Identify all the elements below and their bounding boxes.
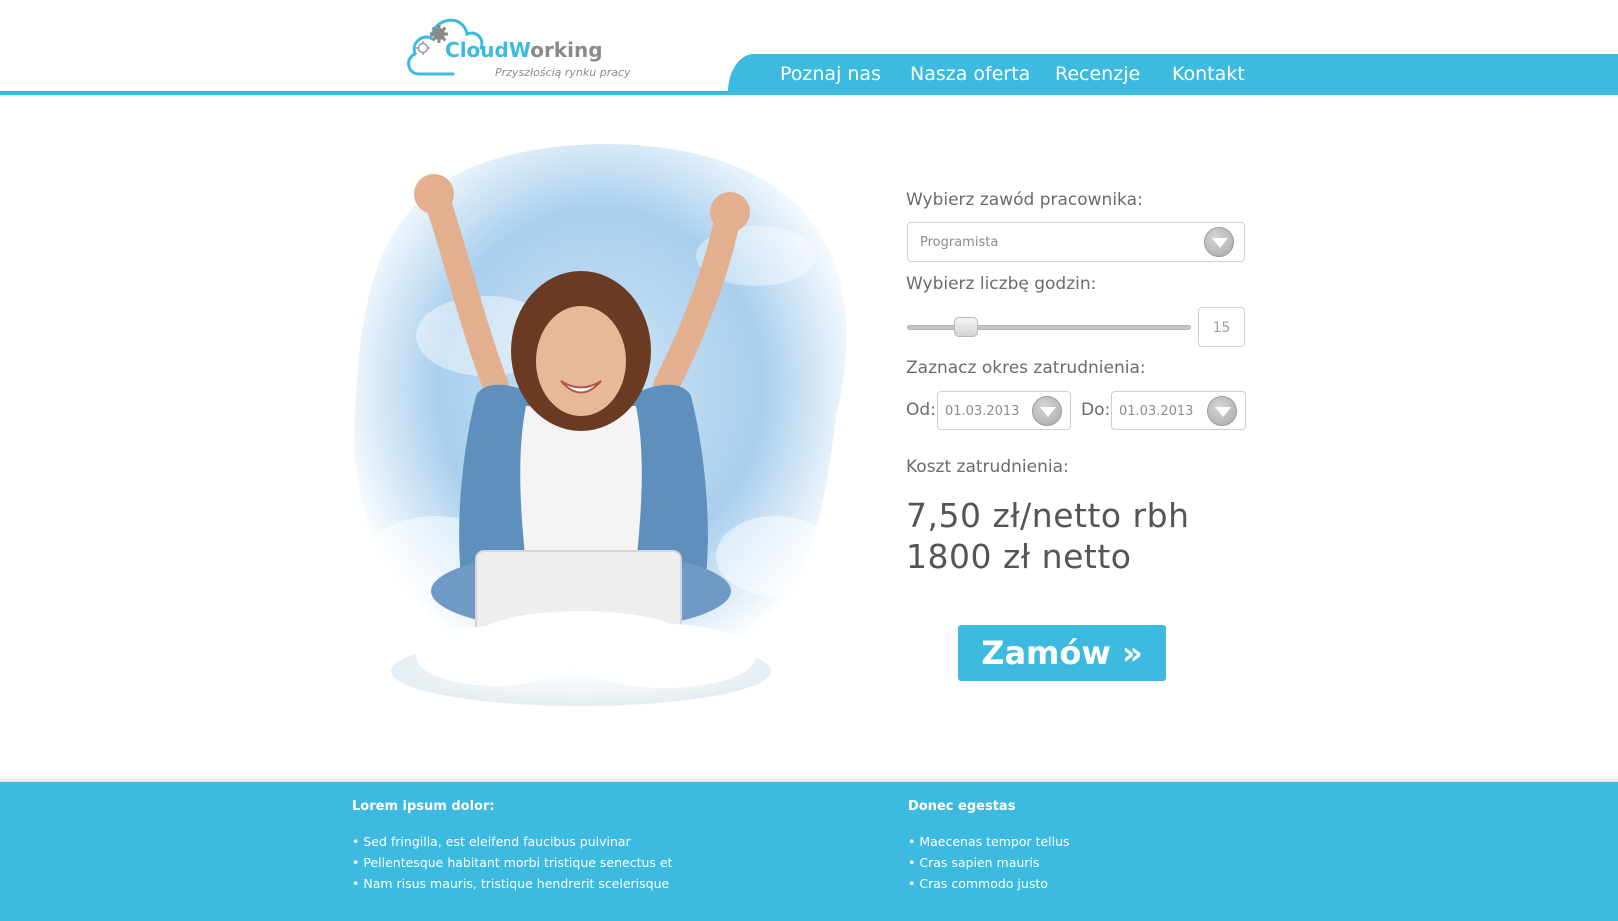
- hero-image: [354, 143, 847, 706]
- nav-item-poznaj-nas[interactable]: Poznaj nas: [780, 63, 881, 85]
- nav-item-kontakt[interactable]: Kontakt: [1172, 63, 1245, 85]
- from-date-value: 01.03.2013: [945, 404, 1020, 419]
- small-gear-icon: [416, 41, 430, 55]
- profession-select[interactable]: Programista: [907, 222, 1245, 262]
- footer-right-item[interactable]: • Cras sapien mauris: [908, 855, 1039, 870]
- footer-left-item[interactable]: • Pellentesque habitant morbi tristique …: [352, 855, 673, 870]
- price-hourly: 7,50 zł/netto rbh: [906, 496, 1190, 535]
- footer-left-item[interactable]: • Nam risus mauris, tristique hendrerit …: [352, 876, 669, 891]
- footer-right-heading: Donec egestas: [908, 799, 1016, 814]
- logo-tagline: Przyszłością rynku pracy: [495, 66, 631, 79]
- nav-item-recenzje[interactable]: Recenzje: [1055, 63, 1140, 85]
- nav-item-nasza-oferta[interactable]: Nasza oferta: [910, 63, 1030, 85]
- chevron-down-icon[interactable]: [1032, 396, 1062, 426]
- footer-left-heading: Lorem ipsum dolor:: [352, 799, 495, 814]
- logo[interactable]: CloudWorking Przyszłością rynku pracy: [405, 8, 645, 86]
- site-header: CloudWorking Przyszłością rynku pracy Po…: [0, 0, 1618, 98]
- chevron-down-icon[interactable]: [1204, 227, 1234, 257]
- main-nav: Poznaj nas Nasza oferta Recenzje Kontakt: [728, 54, 1618, 95]
- from-label: Od:: [906, 400, 936, 420]
- hours-value-field[interactable]: 15: [1198, 307, 1245, 347]
- logo-wordmark: CloudWorking: [445, 38, 603, 62]
- hours-slider-handle[interactable]: [953, 317, 978, 337]
- chevron-down-icon[interactable]: [1207, 396, 1237, 426]
- to-date-value: 01.03.2013: [1119, 404, 1194, 419]
- footer-shadow: [0, 775, 1618, 782]
- header-shadow: [0, 95, 1618, 98]
- period-label: Zaznacz okres zatrudnienia:: [906, 358, 1146, 378]
- profession-label: Wybierz zawód pracownika:: [906, 190, 1143, 210]
- site-footer: Lorem ipsum dolor: • Sed fringilla, est …: [0, 782, 1618, 921]
- hours-label: Wybierz liczbę godzin:: [906, 274, 1097, 294]
- footer-right-item[interactable]: • Cras commodo justo: [908, 876, 1048, 891]
- to-label: Do:: [1081, 400, 1111, 420]
- footer-left-item[interactable]: • Sed fringilla, est eleifend faucibus p…: [352, 834, 631, 849]
- order-button[interactable]: Zamów »: [958, 625, 1166, 681]
- hours-slider[interactable]: [907, 325, 1191, 330]
- price-total: 1800 zł netto: [906, 537, 1132, 576]
- cost-label: Koszt zatrudnienia:: [906, 457, 1069, 477]
- profession-select-value: Programista: [920, 235, 999, 250]
- to-date-select[interactable]: 01.03.2013: [1111, 391, 1246, 430]
- footer-right-item[interactable]: • Maecenas tempor tellus: [908, 834, 1070, 849]
- from-date-select[interactable]: 01.03.2013: [937, 391, 1071, 430]
